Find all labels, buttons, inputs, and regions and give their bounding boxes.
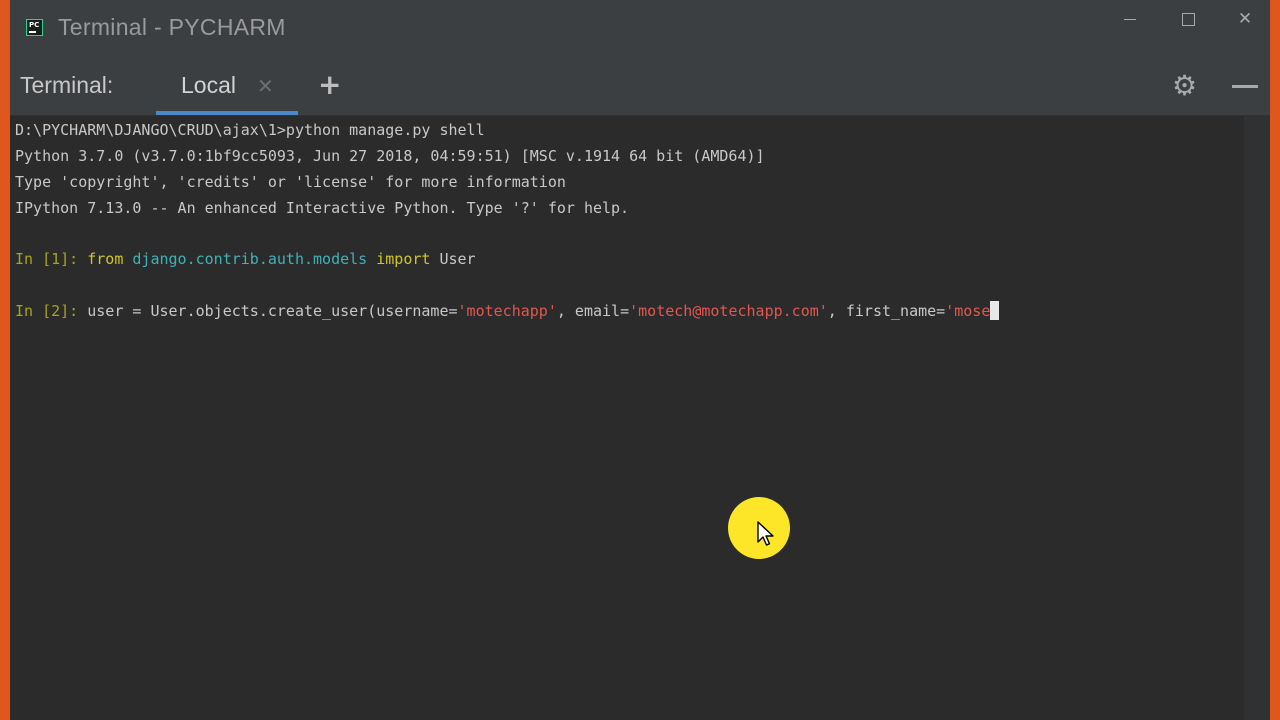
pycharm-logo-icon: PC	[26, 19, 43, 36]
terminal-line: Type 'copyright', 'credits' or 'license'…	[15, 173, 566, 191]
terminal-line: Python 3.7.0 (v3.7.0:1bf9cc5093, Jun 27 …	[15, 147, 765, 165]
terminal-toolbar: Terminal: Local ✕ + ⚙	[10, 57, 1270, 116]
terminal-output[interactable]: D:\PYCHARM\DJANGO\CRUD\ajax\1>python man…	[10, 116, 1244, 720]
tab-close-icon[interactable]: ✕	[257, 74, 274, 98]
new-session-button[interactable]: +	[318, 70, 341, 100]
title-bar[interactable]: PC Terminal - PYCHARM ✕	[10, 0, 1270, 57]
minimize-button[interactable]	[1115, 6, 1145, 32]
input-line-2[interactable]: In [2]: user = User.objects.create_user(…	[15, 301, 1000, 321]
text-cursor	[990, 301, 1000, 320]
keyword-import: import	[376, 250, 431, 268]
input-line-1: In [1]: from django.contrib.auth.models …	[15, 249, 476, 269]
terminal-label: Terminal:	[20, 72, 114, 98]
terminal-line: IPython 7.13.0 -- An enhanced Interactiv…	[15, 199, 630, 217]
code-text: , email=	[556, 302, 630, 320]
hide-panel-icon[interactable]	[1232, 85, 1258, 88]
string-literal: 'motechapp'	[457, 302, 557, 320]
string-literal: 'mose	[945, 302, 991, 320]
keyword-from: from	[87, 250, 124, 268]
input-prompt: In [2]:	[15, 302, 88, 320]
close-button[interactable]: ✕	[1230, 6, 1260, 32]
tab-label: Local	[181, 72, 236, 98]
mouse-pointer-icon	[757, 521, 774, 546]
code-text: user = User.objects.create_user(username…	[87, 302, 458, 320]
input-prompt: In [1]:	[15, 250, 88, 268]
terminal-line: D:\PYCHARM\DJANGO\CRUD\ajax\1>python man…	[15, 121, 485, 139]
tab-local[interactable]: Local ✕	[156, 57, 298, 115]
code-text: , first_name=	[827, 302, 946, 320]
gear-icon[interactable]: ⚙	[1172, 71, 1197, 101]
string-literal: 'motech@motechapp.com'	[629, 302, 828, 320]
pycharm-terminal-window: PC Terminal - PYCHARM ✕ Terminal: Local …	[10, 0, 1270, 720]
maximize-button[interactable]	[1173, 6, 1203, 32]
module-name: django.contrib.auth.models	[132, 250, 368, 268]
window-title: Terminal - PYCHARM	[58, 14, 286, 40]
close-icon: ✕	[1237, 9, 1253, 29]
vertical-scrollbar[interactable]	[1244, 116, 1270, 720]
maximize-icon	[1182, 13, 1195, 26]
imported-name: User	[439, 250, 476, 268]
minimize-icon	[1124, 19, 1136, 20]
active-tab-indicator	[156, 111, 298, 115]
